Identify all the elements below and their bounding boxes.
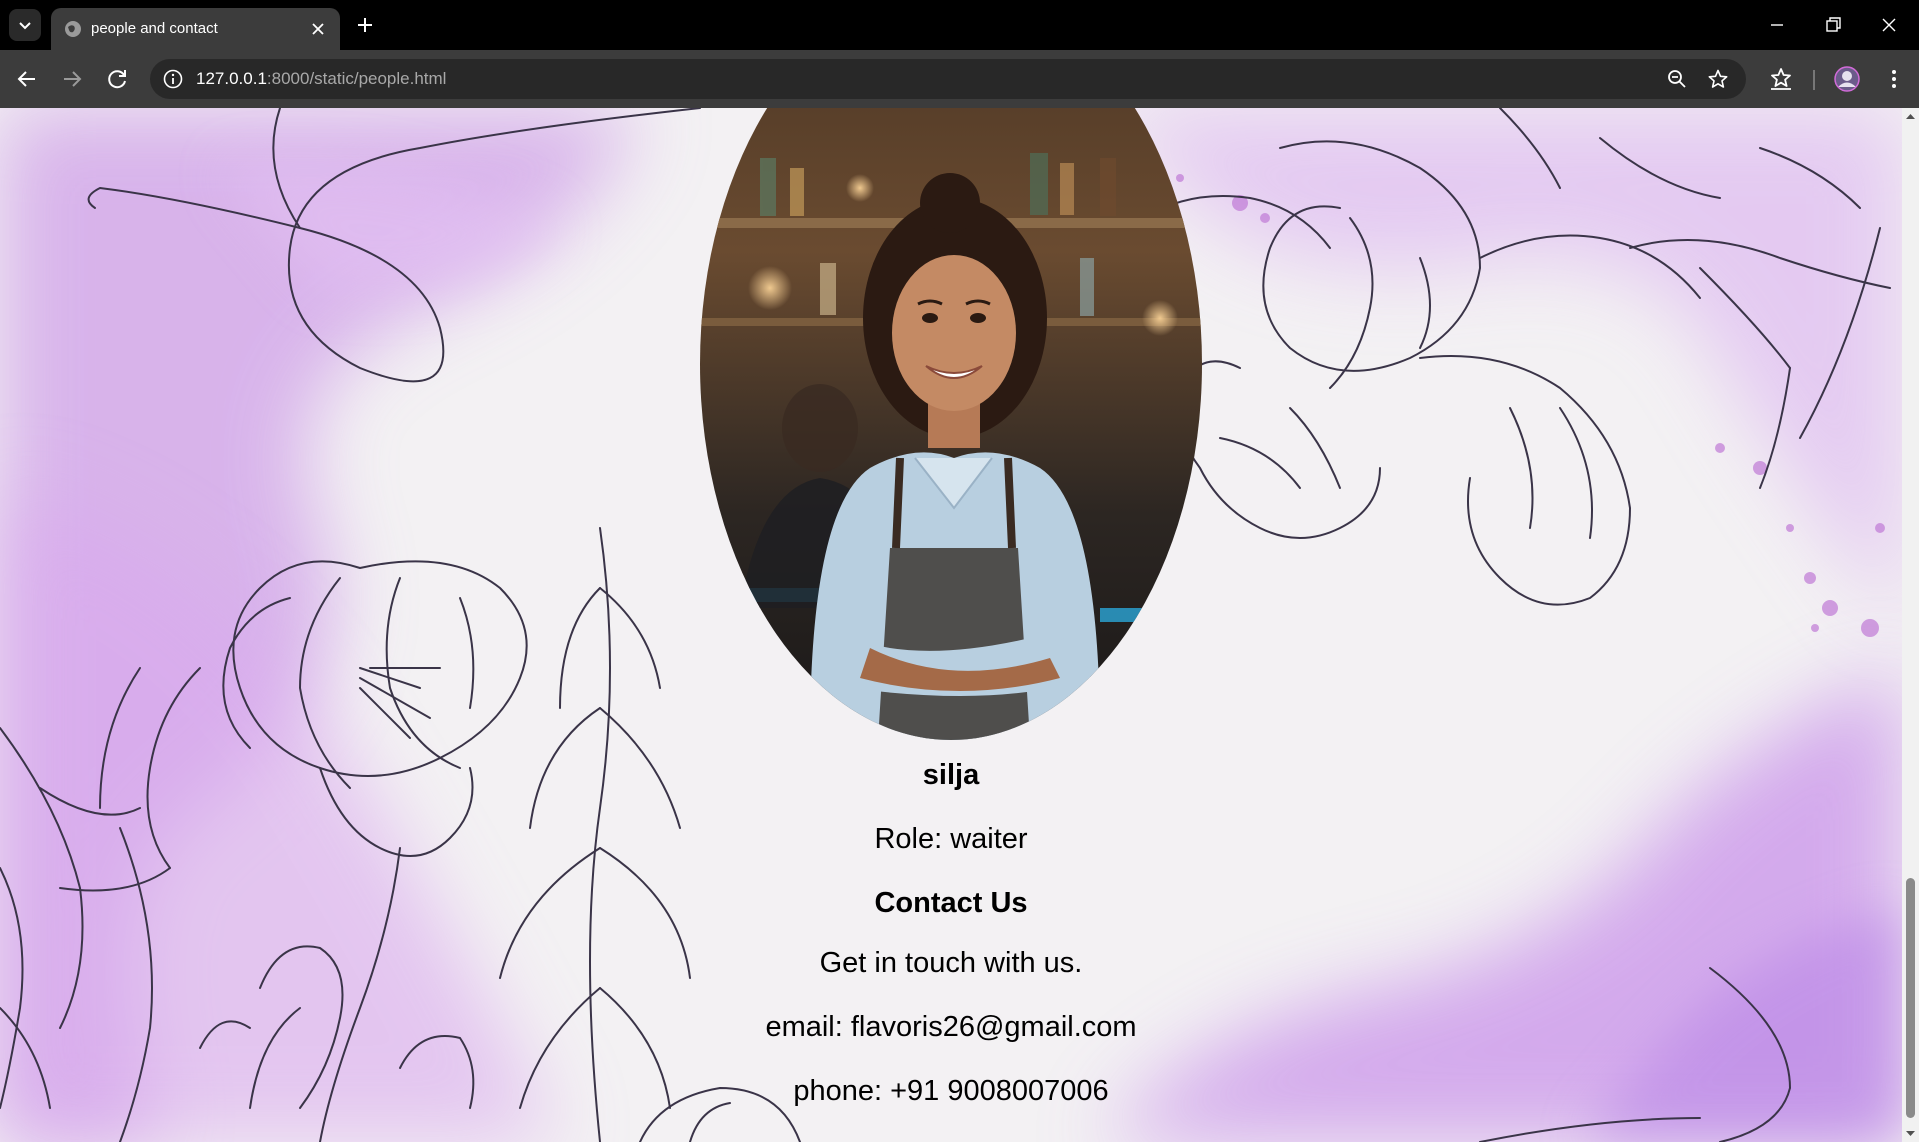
scroll-down-arrow-icon[interactable] (1902, 1125, 1919, 1142)
tab-search-button[interactable] (9, 9, 41, 41)
url-path: :8000/static/people.html (266, 69, 447, 88)
chevron-down-icon (19, 22, 31, 30)
contact-heading: Contact Us (874, 887, 1028, 919)
active-tab[interactable]: people and contact (51, 8, 340, 50)
zoom-out-icon[interactable] (1666, 68, 1688, 90)
url-host: 127.0.0.1 (196, 69, 267, 88)
contact-email: email: flavoris26@gmail.com (765, 1011, 1137, 1043)
globe-icon (65, 21, 81, 37)
info-icon[interactable] (162, 68, 184, 90)
url-text[interactable]: 127.0.0.1:8000/static/people.html (196, 69, 446, 89)
tab-strip: people and contact (0, 0, 1919, 50)
vertical-scrollbar[interactable] (1902, 108, 1919, 1142)
arrow-right-icon[interactable] (59, 66, 85, 92)
scroll-up-arrow-icon[interactable] (1902, 108, 1919, 125)
close-icon[interactable] (309, 20, 327, 38)
kebab-menu-icon[interactable] (1881, 66, 1907, 92)
toolbar-divider (1813, 70, 1815, 90)
plus-icon[interactable] (355, 15, 375, 35)
page-viewport: silja Role: waiter Contact Us Get in tou… (0, 108, 1902, 1142)
person-role: Role: waiter (874, 823, 1028, 855)
star-list-icon[interactable] (1768, 66, 1794, 92)
contact-phone: phone: +91 9008007006 (793, 1075, 1109, 1107)
restore-icon[interactable] (1821, 13, 1845, 37)
scrollbar-thumb[interactable] (1906, 878, 1915, 1118)
contact-subtitle: Get in touch with us. (819, 947, 1083, 979)
person-name: silja (922, 759, 980, 791)
avatar-icon[interactable] (1834, 66, 1860, 92)
star-icon[interactable] (1707, 68, 1729, 90)
arrow-left-icon[interactable] (14, 66, 40, 92)
minimize-icon[interactable] (1765, 13, 1789, 37)
browser-toolbar: 127.0.0.1:8000/static/people.html (0, 50, 1919, 108)
reload-icon[interactable] (104, 66, 130, 92)
tab-title: people and contact (91, 20, 218, 37)
close-window-icon[interactable] (1877, 13, 1901, 37)
address-bar[interactable]: 127.0.0.1:8000/static/people.html (150, 59, 1746, 99)
